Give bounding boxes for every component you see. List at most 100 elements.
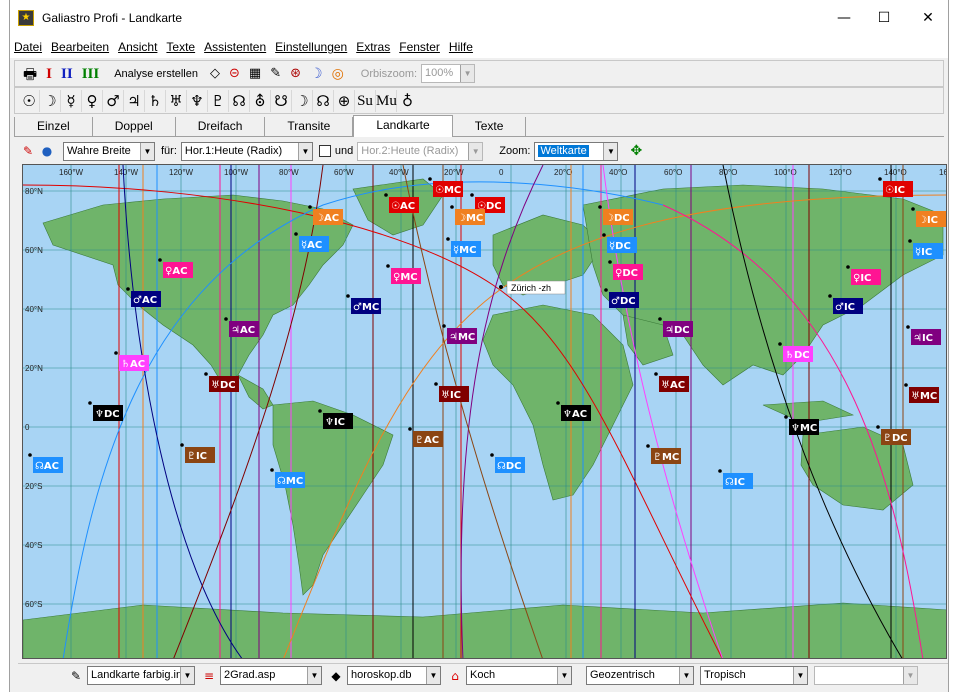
lilith-planet-button[interactable]: ☽ <box>292 89 313 112</box>
analyse-button[interactable]: Analyse erstellen <box>114 68 198 80</box>
print-icon[interactable]: 🖶 <box>23 64 37 84</box>
planet-line-marker[interactable]: ♇IC <box>180 443 215 463</box>
menu-ansicht[interactable]: Ansicht <box>118 40 157 54</box>
moon-icon[interactable]: ☽ <box>310 64 323 84</box>
planet-line-marker[interactable]: ♇DC <box>876 425 911 445</box>
planet-line-marker[interactable]: ♀MC <box>386 264 421 284</box>
horoscope2-select[interactable]: Hor.2:Heute (Radix) ▼ <box>357 141 484 161</box>
map-color-select[interactable]: Landkarte farbig.in ▼ <box>87 666 195 685</box>
geocentric-select[interactable]: Geozentrisch ▼ <box>586 666 694 685</box>
aspect-icon[interactable]: ◇ <box>210 64 220 84</box>
triple-chart-button[interactable]: III <box>82 64 100 84</box>
pen-icon[interactable]: ✎ <box>270 64 281 84</box>
south-node-planet-button[interactable]: ☋ <box>271 89 292 112</box>
menu-assistenten[interactable]: Assistenten <box>204 40 266 54</box>
planet-line-marker[interactable]: ☉IC <box>878 177 913 197</box>
zodiac-select[interactable]: Tropisch ▼ <box>700 666 808 685</box>
planet-line-marker[interactable]: ♃MC <box>442 324 477 344</box>
marker-label: ☽IC <box>918 215 938 226</box>
planet-line-marker[interactable]: ♅IC <box>434 382 469 402</box>
line-node-dot <box>408 427 412 431</box>
und-label: und <box>334 145 354 157</box>
database-select[interactable]: horoskop.db ▼ <box>347 666 441 685</box>
tab-texte[interactable]: Texte <box>453 117 527 136</box>
double-chart-button[interactable]: II <box>61 64 73 84</box>
venus-planet-button[interactable]: ♀ <box>82 89 103 112</box>
marker-label: ☽AC <box>315 213 339 224</box>
planet-line-marker[interactable]: ♅MC <box>904 383 939 403</box>
planet-line-marker[interactable]: ☉MC <box>428 177 463 197</box>
horoscope1-value: Hor.1:Heute (Radix) <box>184 144 283 157</box>
single-chart-button[interactable]: I <box>46 64 52 84</box>
menu-hilfe[interactable]: Hilfe <box>449 40 473 54</box>
sun-planet-button[interactable]: ☉ <box>19 89 40 112</box>
earth-planet-button[interactable]: ⊕ <box>334 89 355 112</box>
map-canvas[interactable]: 160°W 140°W 120°W 100°W 80°W 60°W 40°W 20°W 0 20°… <box>23 165 947 659</box>
pluto-planet-button[interactable]: ♇ <box>208 89 229 112</box>
planet-line-marker[interactable]: ☿MC <box>446 237 481 257</box>
tab-landkarte[interactable]: Landkarte <box>353 115 453 137</box>
globe-icon[interactable]: ● <box>39 143 55 159</box>
planet-line-marker[interactable]: ♃IC <box>906 325 941 345</box>
earth-sign-button[interactable]: ♁ <box>397 90 418 112</box>
planet-line-marker[interactable]: ♅AC <box>654 372 689 392</box>
close-button[interactable]: ✕ <box>906 4 950 32</box>
marker-label: ☽MC <box>457 213 483 224</box>
menu-fenster[interactable]: Fenster <box>399 40 440 54</box>
menu-bearbeiten[interactable]: Bearbeiten <box>51 40 109 54</box>
tab-transite[interactable]: Transite <box>265 117 354 136</box>
aspect-file-select[interactable]: 2Grad.asp ▼ <box>220 666 322 685</box>
astro-map[interactable]: 160°W 140°W 120°W 100°W 80°W 60°W 40°W 20°W 0 20°… <box>22 164 947 659</box>
draw-icon[interactable]: ✎ <box>20 143 36 159</box>
line-node-dot <box>28 453 32 457</box>
clock-icon[interactable]: ⊝ <box>229 64 240 84</box>
horoscope1-select[interactable]: Hor.1:Heute (Radix) ▼ <box>180 141 313 161</box>
moon-planet-button[interactable]: ☽ <box>40 89 61 112</box>
sun-circle-icon[interactable]: ◎ <box>332 64 344 84</box>
marker-label: ♃DC <box>665 325 690 336</box>
longitude-label: 120°O <box>829 168 852 177</box>
map-color-value: Landkarte farbig.in <box>91 669 183 681</box>
longitude-label: 0 <box>499 168 504 177</box>
uranus-planet-button[interactable]: ♅ <box>166 89 187 112</box>
mu-button[interactable]: Mu <box>376 89 397 112</box>
pan-arrows-icon[interactable]: ✥ <box>630 143 642 159</box>
jupiter-planet-button[interactable]: ♃ <box>124 89 145 112</box>
marker-label: ☊AC <box>35 461 59 472</box>
planet-line-marker[interactable]: ♆DC <box>88 401 123 421</box>
neptune-planet-button[interactable]: ♆ <box>187 89 208 112</box>
orbit-icon[interactable]: ⊛ <box>290 64 301 84</box>
line-node-dot <box>180 443 184 447</box>
line-node-dot <box>158 258 162 262</box>
planet-line-marker[interactable]: ☊DC <box>490 453 525 473</box>
house-system-select[interactable]: Koch ▼ <box>466 666 572 685</box>
und-checkbox[interactable] <box>318 145 331 157</box>
planet-line-marker[interactable]: ☊IC <box>718 469 753 489</box>
mars-planet-button[interactable]: ♂ <box>103 89 124 112</box>
tab-dreifach[interactable]: Dreifach <box>176 117 266 136</box>
planet-line-marker[interactable]: ♂MC <box>346 294 381 314</box>
su-button[interactable]: Su <box>355 89 376 112</box>
zoom-select[interactable]: Weltkarte ▼ <box>534 141 619 161</box>
line-node-dot <box>294 232 298 236</box>
node-planet-button[interactable]: ☊ <box>229 89 250 112</box>
menu-datei[interactable]: Datei <box>14 40 42 54</box>
saturn-planet-button[interactable]: ♄ <box>145 89 166 112</box>
true-node-planet-button[interactable]: ☊ <box>313 89 334 112</box>
menu-einstellungen[interactable]: Einstellungen <box>275 40 347 54</box>
menu-texte[interactable]: Texte <box>166 40 195 54</box>
planet-line-marker[interactable]: ☊AC <box>28 453 63 473</box>
menu-extras[interactable]: Extras <box>356 40 390 54</box>
latitude-mode-select[interactable]: Wahre Breite ▼ <box>63 141 155 161</box>
extra-select[interactable]: ▼ <box>814 666 918 685</box>
chiron-planet-button[interactable]: ⛢ <box>250 89 271 112</box>
marker-label: ♇AC <box>415 435 439 446</box>
grid-icon[interactable]: ▦ <box>249 64 261 84</box>
mercury-planet-button[interactable]: ☿ <box>61 89 82 112</box>
maximize-button[interactable]: ☐ <box>862 4 906 32</box>
minimize-button[interactable]: — <box>822 4 866 32</box>
orbiszoom-select[interactable]: 100% ▼ <box>421 64 476 83</box>
tab-einzel[interactable]: Einzel <box>14 117 93 136</box>
tab-doppel[interactable]: Doppel <box>93 117 176 136</box>
city-marker[interactable]: Zürich -zh <box>499 280 566 295</box>
